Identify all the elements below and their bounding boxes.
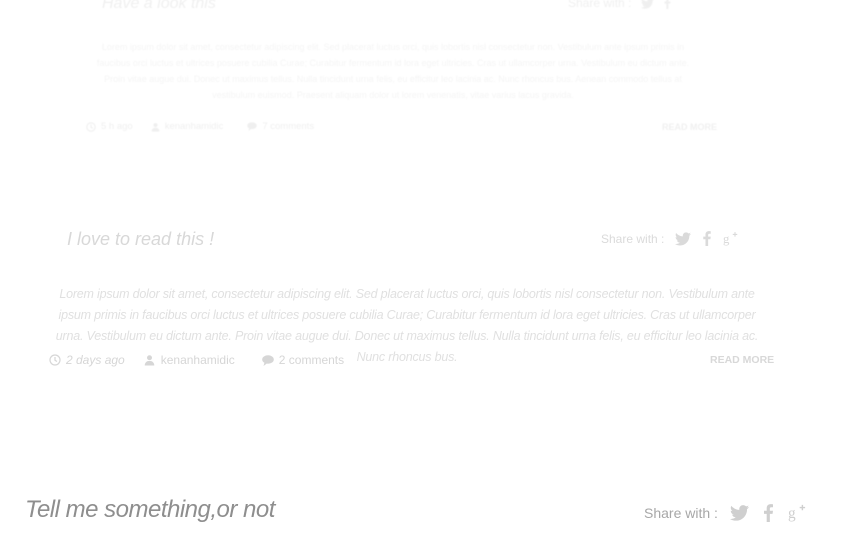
blog-post-3: Tell me something,or not Share with : g (0, 0, 849, 544)
svg-text:g: g (788, 505, 796, 522)
facebook-icon[interactable] (763, 503, 773, 522)
twitter-icon[interactable] (729, 504, 749, 521)
share-bar: Share with : g (644, 503, 806, 522)
post-title[interactable]: Tell me something,or not (25, 496, 275, 524)
google-plus-icon[interactable]: g (788, 503, 806, 522)
share-label: Share with : (644, 504, 718, 521)
